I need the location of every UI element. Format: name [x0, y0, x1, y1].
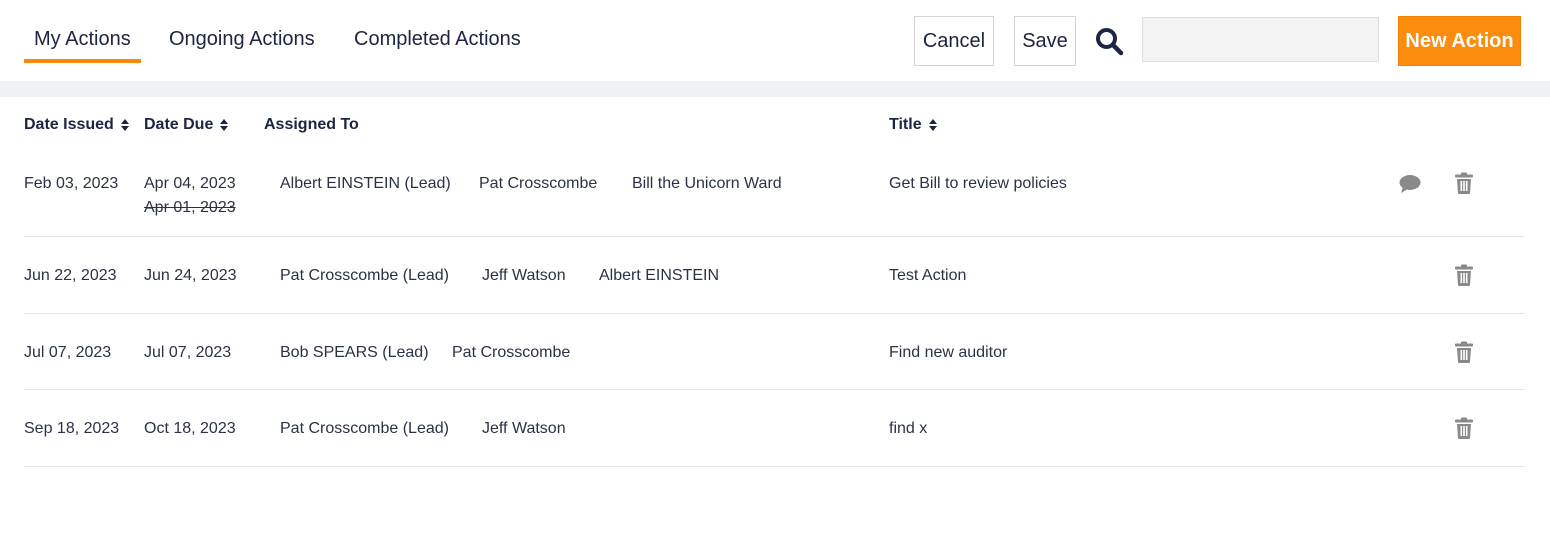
assignee: Albert EINSTEIN	[599, 267, 720, 284]
date-issued: Jul 07, 2023	[24, 344, 112, 361]
assignee: Pat Crosscombe	[452, 344, 571, 361]
column-header-label: Date Issued	[24, 116, 114, 133]
assignee: Bill the Unicorn Ward	[632, 175, 782, 192]
header-divider	[0, 81, 1550, 97]
column-header-date-issued[interactable]: Date Issued	[24, 116, 130, 134]
trash-icon[interactable]	[1452, 263, 1476, 287]
column-header-label: Date Due	[144, 116, 214, 133]
column-header-date-due[interactable]: Date Due	[144, 116, 229, 134]
comment-icon[interactable]	[1398, 172, 1422, 196]
search-icon[interactable]	[1094, 26, 1124, 56]
header-bar: My Actions Ongoing Actions Completed Act…	[0, 0, 1550, 81]
column-header-label: Title	[889, 116, 922, 133]
date-due: Jul 07, 2023	[144, 344, 232, 361]
cancel-button[interactable]: Cancel	[914, 16, 994, 66]
sort-icon	[120, 119, 129, 131]
action-title: Test Action	[889, 267, 967, 284]
trash-icon[interactable]	[1452, 340, 1476, 364]
assignee: Jeff Watson	[482, 267, 566, 284]
action-title: find x	[889, 420, 928, 437]
date-issued: Jun 22, 2023	[24, 267, 117, 284]
table-row[interactable]: Jul 07, 2023 Jul 07, 2023 Bob SPEARS (Le…	[24, 314, 1524, 390]
action-title: Get Bill to review policies	[889, 175, 1067, 192]
date-issued: Sep 18, 2023	[24, 420, 120, 437]
date-due-previous: Apr 01, 2023	[144, 199, 236, 216]
assignee: Pat Crosscombe	[479, 175, 598, 192]
table-row[interactable]: Jun 22, 2023 Jun 24, 2023 Pat Crosscombe…	[24, 237, 1524, 314]
assignee: Bob SPEARS (Lead)	[280, 344, 429, 361]
tab-ongoing-actions[interactable]: Ongoing Actions	[169, 28, 315, 51]
action-title: Find new auditor	[889, 344, 1008, 361]
trash-icon[interactable]	[1452, 416, 1476, 440]
date-due: Jun 24, 2023	[144, 267, 237, 284]
assignee: Jeff Watson	[482, 420, 566, 437]
assignee: Pat Crosscombe (Lead)	[280, 267, 449, 284]
table-row[interactable]: Sep 18, 2023 Oct 18, 2023 Pat Crosscombe…	[24, 390, 1524, 467]
column-header-label: Assigned To	[264, 116, 359, 133]
date-issued: Feb 03, 2023	[24, 175, 119, 192]
search-input[interactable]	[1142, 17, 1379, 62]
date-due: Apr 04, 2023	[144, 175, 236, 192]
assignee: Pat Crosscombe (Lead)	[280, 420, 449, 437]
save-button[interactable]: Save	[1014, 16, 1076, 66]
sort-icon	[220, 119, 229, 131]
trash-icon[interactable]	[1452, 171, 1476, 195]
active-tab-indicator	[24, 59, 141, 63]
sort-icon	[928, 119, 937, 131]
table-row[interactable]: Feb 03, 2023 Apr 04, 2023 Apr 01, 2023 A…	[24, 160, 1524, 237]
column-header-assigned-to: Assigned To	[264, 116, 359, 134]
date-due: Oct 18, 2023	[144, 420, 236, 437]
column-header-title[interactable]: Title	[889, 116, 938, 134]
tab-my-actions[interactable]: My Actions	[34, 28, 131, 51]
new-action-button[interactable]: New Action	[1398, 16, 1521, 66]
assignee: Albert EINSTEIN (Lead)	[280, 175, 451, 192]
tab-completed-actions[interactable]: Completed Actions	[354, 28, 521, 51]
